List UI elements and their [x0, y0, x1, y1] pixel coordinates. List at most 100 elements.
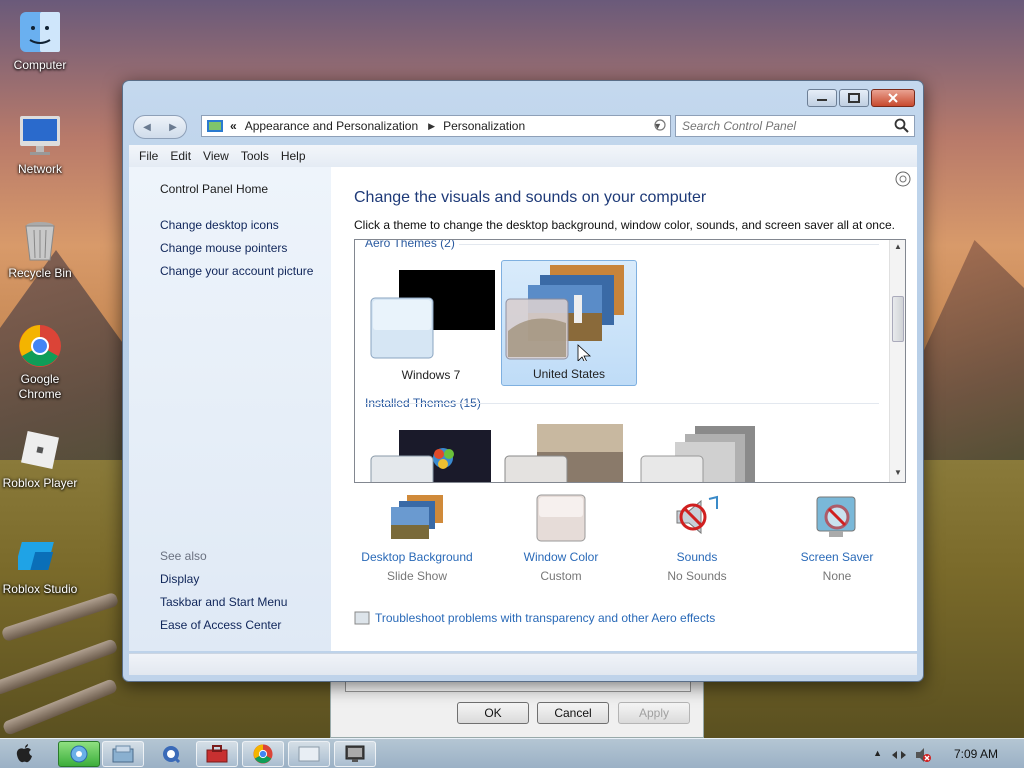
installed-theme-preview: [504, 424, 623, 482]
desktop-icon-label: Network: [17, 162, 62, 176]
menu-help[interactable]: Help: [281, 149, 306, 163]
menu-tools[interactable]: Tools: [241, 149, 269, 163]
aero-themes-header: Aero Themes (2): [365, 239, 455, 250]
personalization-window: ◀ ▶ « Appearance and Personalization ▶ P…: [122, 80, 924, 682]
taskbar-start-menu-link[interactable]: Taskbar and Start Menu: [160, 595, 287, 609]
scroll-thumb[interactable]: [892, 296, 904, 342]
window-color-button[interactable]: Window Color Custom: [491, 493, 631, 583]
forward-button[interactable]: ▶: [160, 116, 186, 138]
taskbar-chrome[interactable]: [242, 741, 284, 767]
installed-theme-2[interactable]: [501, 422, 637, 482]
bottom-item-label[interactable]: Desktop Background: [347, 550, 487, 564]
theme-united-states[interactable]: United States: [501, 260, 637, 386]
desktop-icon-recycle-bin[interactable]: Recycle Bin: [0, 218, 80, 281]
menu-edit[interactable]: Edit: [170, 149, 191, 163]
taskbar: ▲ 7:09 AM: [0, 738, 1024, 768]
bottom-item-label[interactable]: Screen Saver: [767, 550, 907, 564]
ok-button[interactable]: OK: [457, 702, 529, 724]
desktop-icon-label: Computer: [13, 58, 67, 72]
apply-button[interactable]: Apply: [618, 702, 690, 724]
desktop-background-button[interactable]: Desktop Background Slide Show: [347, 493, 487, 583]
help-button[interactable]: [895, 171, 911, 187]
bottom-item-value: No Sounds: [667, 569, 727, 583]
breadcrumb-appearance[interactable]: Appearance and Personalization: [245, 119, 418, 133]
bottom-item-value: Custom: [540, 569, 582, 583]
taskbar-toolbox[interactable]: [196, 741, 238, 767]
taskbar-personalization[interactable]: [334, 741, 376, 767]
left-pane: Control Panel Home Change desktop icons …: [129, 167, 331, 651]
start-button[interactable]: [4, 741, 44, 767]
scroll-down-icon[interactable]: ▼: [890, 468, 905, 482]
trash-icon: [18, 218, 62, 262]
windows-7-theme-preview: [370, 270, 495, 359]
address-prefix: «: [230, 119, 237, 133]
desktop-icon-roblox-studio[interactable]: Roblox Studio: [0, 534, 80, 597]
desktop-icon-roblox-player[interactable]: Roblox Player: [0, 428, 80, 491]
display-link[interactable]: Display: [160, 572, 199, 586]
window-controls: [805, 89, 915, 109]
search-input[interactable]: [676, 119, 886, 133]
menu-view[interactable]: View: [203, 149, 229, 163]
screen-saver-button[interactable]: Screen Saver None: [767, 493, 907, 583]
search-icon[interactable]: [894, 118, 910, 134]
taskbar-window[interactable]: [288, 741, 330, 767]
landscape-icon: [391, 495, 443, 539]
ease-of-access-link[interactable]: Ease of Access Center: [160, 618, 281, 632]
taskbar-explorer[interactable]: [102, 741, 144, 767]
breadcrumb-personalization[interactable]: Personalization: [443, 119, 525, 133]
change-mouse-pointers-link[interactable]: Change mouse pointers: [160, 241, 287, 255]
troubleshoot-icon: [354, 611, 370, 625]
troubleshoot-text[interactable]: Troubleshoot problems with transparency …: [375, 611, 715, 625]
close-icon: [888, 93, 898, 103]
desktop-icon-computer[interactable]: Computer: [0, 10, 80, 73]
volume-muted-icon[interactable]: [914, 747, 932, 763]
menu-file[interactable]: File: [139, 149, 158, 163]
control-panel-icon: [70, 745, 88, 763]
folder-icon: [112, 745, 134, 763]
control-panel-icon: [207, 120, 223, 132]
theme-list: Aero Themes (2) Windows 7 United States …: [354, 239, 906, 483]
imac-icon: [18, 114, 62, 158]
show-hidden-icons-icon[interactable]: ▲: [873, 748, 882, 758]
refresh-icon: [654, 119, 666, 131]
desktop-icon-label: Google Chrome: [18, 372, 62, 401]
theme-windows-7[interactable]: Windows 7: [363, 260, 499, 386]
sounds-button[interactable]: Sounds No Sounds: [627, 493, 767, 583]
desktop-icon-network[interactable]: Network: [0, 114, 80, 177]
troubleshoot-link[interactable]: Troubleshoot problems with transparency …: [354, 611, 715, 625]
change-account-picture-link[interactable]: Change your account picture: [160, 264, 313, 278]
desktop-icon-chrome[interactable]: Google Chrome: [0, 324, 80, 402]
bottom-item-label[interactable]: Sounds: [627, 550, 767, 564]
page-subtitle: Click a theme to change the desktop back…: [354, 218, 895, 232]
search-box[interactable]: [675, 115, 915, 137]
cancel-button[interactable]: Cancel: [537, 702, 609, 724]
taskbar-control-panel[interactable]: [58, 741, 100, 767]
window-icon: [298, 746, 320, 762]
address-bar[interactable]: « Appearance and Personalization ▶ Perso…: [201, 115, 671, 137]
taskbar-clock[interactable]: 7:09 AM: [954, 747, 998, 761]
network-tray-icon[interactable]: [890, 748, 908, 762]
status-bar: [129, 653, 917, 675]
breadcrumb-arrow-icon[interactable]: ▶: [428, 121, 435, 132]
display-settings-icon: [345, 745, 365, 762]
control-panel-home-link[interactable]: Control Panel Home: [160, 182, 268, 196]
see-also-label: See also: [160, 549, 207, 563]
theme-scrollbar[interactable]: ▲ ▼: [889, 240, 905, 482]
refresh-button[interactable]: [649, 115, 673, 137]
maximize-icon: [848, 93, 860, 103]
installed-theme-1[interactable]: [363, 422, 499, 482]
minimize-icon: [817, 99, 827, 101]
bottom-item-label[interactable]: Window Color: [491, 550, 631, 564]
quicktime-icon: [163, 746, 181, 764]
scroll-up-icon[interactable]: ▲: [890, 242, 905, 256]
minimize-button[interactable]: [807, 89, 837, 107]
back-button[interactable]: ◀: [134, 116, 160, 138]
installed-theme-preview: [370, 430, 491, 482]
screen-saver-icon: [816, 496, 856, 537]
close-button[interactable]: [871, 89, 915, 107]
change-desktop-icons-link[interactable]: Change desktop icons: [160, 218, 279, 232]
installed-theme-3[interactable]: [637, 422, 773, 482]
bottom-item-value: Slide Show: [386, 569, 448, 583]
taskbar-quicktime[interactable]: [150, 741, 192, 767]
maximize-button[interactable]: [839, 89, 869, 107]
